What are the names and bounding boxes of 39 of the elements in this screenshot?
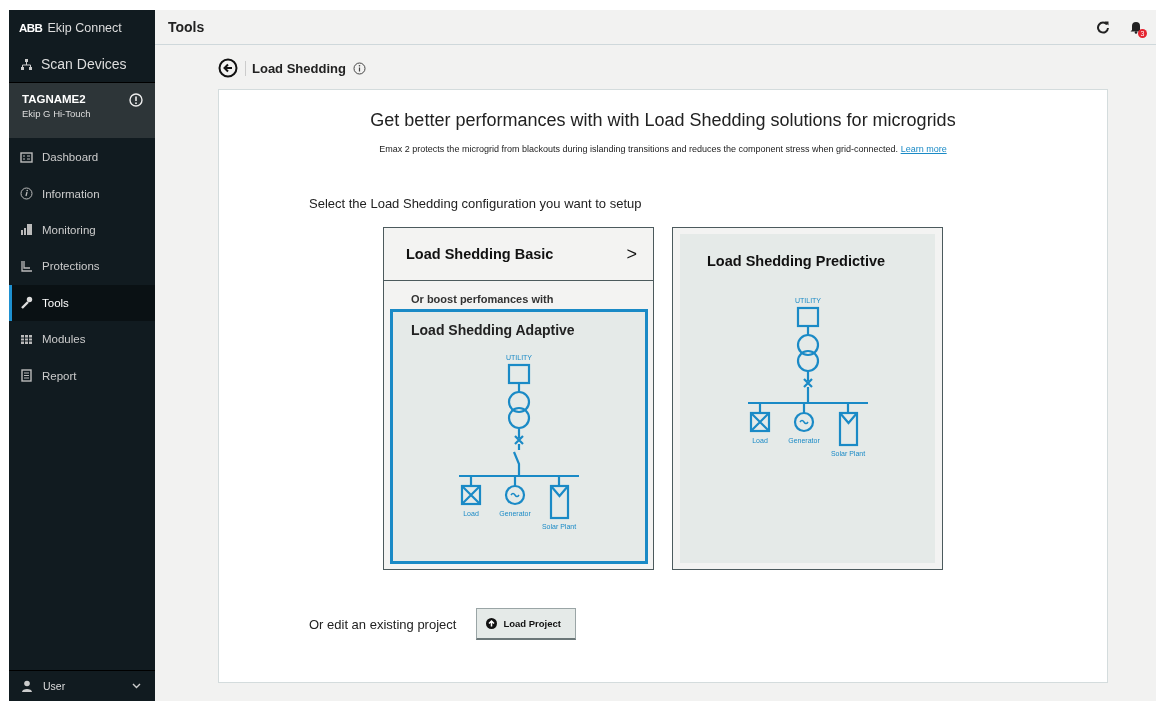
- boost-label: Or boost perfomances with: [410, 292, 555, 307]
- upload-icon: [486, 618, 498, 629]
- nav-item[interactable]: Protections: [9, 248, 155, 285]
- card-description: Emax 2 protects the microgrid from blackouts during islanding transitions and reduces the component stress when grid-connected. Learn more: [379, 144, 947, 154]
- network-icon: [20, 57, 33, 71]
- nav-item[interactable]: Information: [9, 175, 155, 212]
- section-title: Load Shedding: [245, 60, 346, 76]
- document-icon: [20, 369, 33, 383]
- learn-more-link[interactable]: Learn more: [900, 144, 947, 154]
- nav-item[interactable]: Report: [9, 357, 155, 394]
- device-tag: TAGNAME2: [22, 93, 91, 105]
- info-icon: [20, 187, 33, 201]
- page-title: Tools: [168, 19, 205, 35]
- info-icon[interactable]: [352, 61, 366, 75]
- nav-item[interactable]: Modules: [9, 320, 155, 358]
- device-model: Ekip G Hi-Touch: [22, 108, 91, 119]
- brand-logo: ABB: [19, 22, 43, 34]
- wrench-icon: [20, 296, 33, 310]
- curve-icon: [20, 259, 33, 273]
- card-heading: Get better performances with with Load Shedding solutions for microgrids: [370, 110, 956, 131]
- warning-icon: [129, 93, 143, 107]
- option-title: Load Shedding Predictive: [707, 253, 886, 269]
- bell-icon[interactable]: [1130, 20, 1142, 34]
- chevron-down-icon: [132, 683, 141, 689]
- dashboard-icon: [20, 150, 33, 164]
- edit-prompt: Or edit an existing project: [309, 616, 457, 632]
- load-project-button[interactable]: Load Project: [476, 608, 576, 640]
- app-name: Ekip Connect: [47, 21, 122, 35]
- user-icon: [21, 680, 33, 692]
- nav-item[interactable]: Tools: [9, 284, 155, 321]
- basic-option-button[interactable]: Load Shedding Basic >: [384, 228, 653, 281]
- grid-icon: [20, 332, 33, 346]
- back-button[interactable]: [218, 58, 238, 78]
- bar-chart-icon: [20, 223, 33, 237]
- nav-item[interactable]: Monitoring: [9, 211, 155, 249]
- config-prompt: Select the Load Shedding configuration you want to setup: [309, 196, 642, 211]
- option-title: Load Shedding Adaptive: [411, 322, 575, 338]
- nav-item[interactable]: Dashboard: [9, 139, 155, 176]
- refresh-icon[interactable]: [1096, 20, 1110, 34]
